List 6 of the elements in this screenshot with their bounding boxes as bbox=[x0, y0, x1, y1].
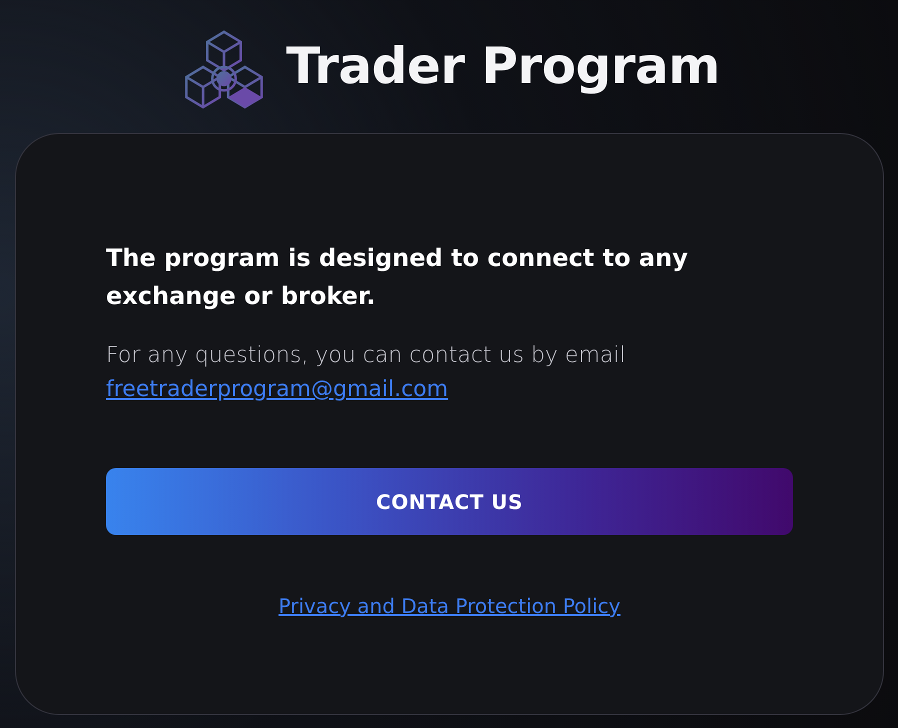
contact-us-button[interactable]: CONTACT US bbox=[106, 468, 793, 535]
privacy-policy-link[interactable]: Privacy and Data Protection Policy bbox=[278, 594, 620, 618]
email-link[interactable]: freetraderprogram@gmail.com bbox=[106, 377, 448, 402]
contact-text: For any questions, you can contact us by email bbox=[106, 342, 627, 370]
app-title: Trader Program bbox=[286, 36, 720, 97]
card-heading: The program is designed to connect to any exchange or broker. bbox=[106, 243, 689, 312]
